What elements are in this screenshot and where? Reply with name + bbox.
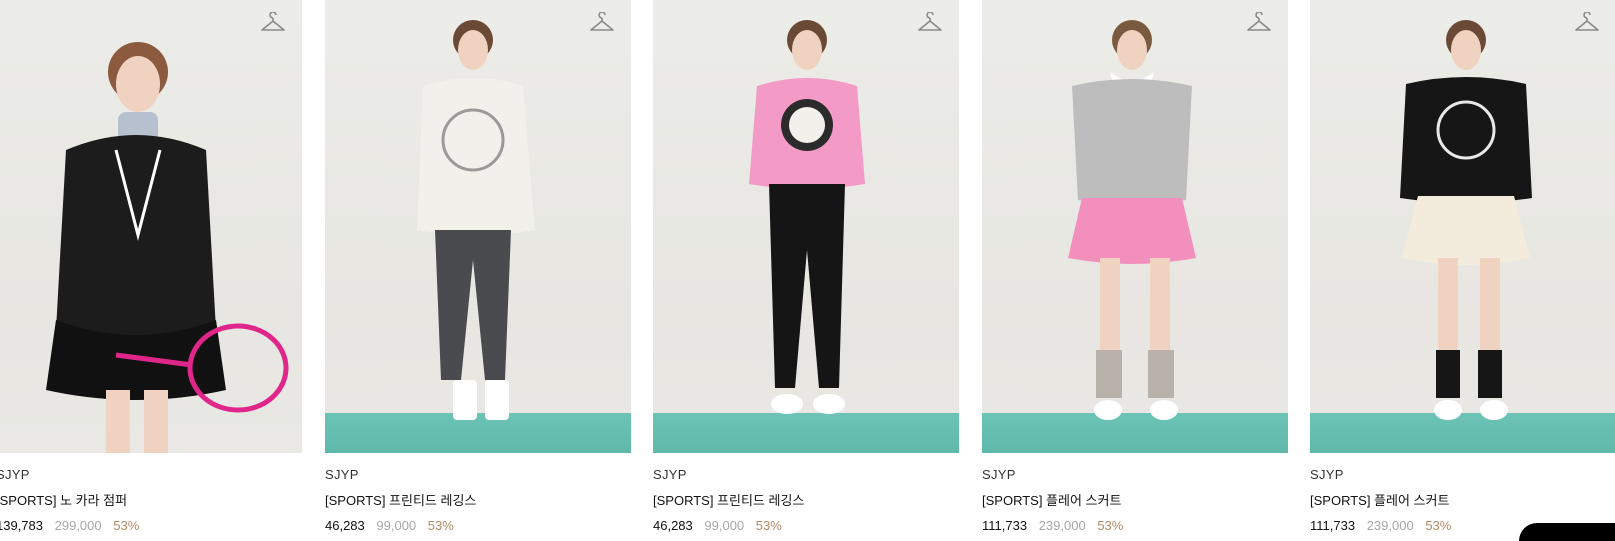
product-image[interactable]	[653, 0, 959, 453]
product-image[interactable]	[982, 0, 1288, 453]
discount-rate: 53%	[1097, 518, 1124, 533]
product-info: SJYP [SPORTS] 노 카라 점퍼 139,783 299,000 53…	[0, 467, 302, 533]
product-image[interactable]	[0, 0, 302, 453]
sale-price: 46,283	[653, 518, 693, 533]
product-prices: 46,283 99,000 53%	[653, 518, 959, 533]
product-brand: SJYP	[653, 467, 687, 482]
hanger-icon[interactable]	[1246, 12, 1272, 34]
discount-rate: 53%	[1425, 518, 1452, 533]
product-brand: SJYP	[0, 467, 30, 482]
top-garment	[1400, 77, 1532, 203]
product-info: SJYP [SPORTS] 프린티드 레깅스 46,283 99,000 53%	[653, 467, 959, 533]
discount-rate: 53%	[755, 518, 782, 533]
product-name[interactable]: [SPORTS] 플레어 스커트	[982, 490, 1288, 509]
product-image[interactable]	[325, 0, 631, 453]
product-prices: 139,783 299,000 53%	[0, 518, 302, 533]
product-info: SJYP [SPORTS] 플레어 스커트 111,733 239,000 53…	[982, 467, 1288, 533]
model-figure	[1400, 20, 1532, 420]
bottom-garment	[769, 184, 845, 388]
top-garment	[56, 135, 216, 345]
sale-price: 139,783	[0, 518, 43, 533]
floating-chat-button[interactable]	[1519, 523, 1615, 541]
product-prices: 111,733 239,000 53%	[982, 518, 1288, 533]
product-info: SJYP [SPORTS] 프린티드 레깅스 46,283 99,000 53%	[325, 467, 631, 533]
product-card[interactable]: SJYP [SPORTS] 프린티드 레깅스 46,283 99,000 53%	[325, 0, 631, 533]
discount-rate: 53%	[113, 518, 140, 533]
model-figure	[46, 42, 289, 453]
product-card[interactable]: SJYP [SPORTS] 프린티드 레깅스 46,283 99,000 53%	[653, 0, 959, 533]
product-card[interactable]: SJYP [SPORTS] 플레어 스커트 111,733 239,000 53…	[1310, 0, 1615, 533]
product-image[interactable]	[1310, 0, 1615, 453]
hanger-icon[interactable]	[1574, 12, 1600, 34]
original-price: 299,000	[54, 518, 102, 533]
product-brand: SJYP	[1310, 467, 1344, 482]
hanger-icon[interactable]	[589, 12, 615, 34]
product-name[interactable]: [SPORTS] 플레어 스커트	[1310, 490, 1615, 509]
product-brand: SJYP	[325, 467, 359, 482]
original-price: 99,000	[704, 518, 745, 533]
bottom-garment	[1068, 198, 1196, 264]
product-card[interactable]: SJYP [SPORTS] 플레어 스커트 111,733 239,000 53…	[982, 0, 1288, 533]
hanger-icon[interactable]	[917, 12, 943, 34]
bottom-garment	[1402, 196, 1530, 265]
product-card[interactable]: SJYP [SPORTS] 노 카라 점퍼 139,783 299,000 53…	[0, 0, 302, 533]
product-name[interactable]: [SPORTS] 노 카라 점퍼	[0, 490, 302, 509]
product-prices: 46,283 99,000 53%	[325, 518, 631, 533]
product-name[interactable]: [SPORTS] 프린티드 레깅스	[653, 490, 959, 509]
product-brand: SJYP	[982, 467, 1016, 482]
top-garment	[417, 78, 535, 235]
discount-rate: 53%	[427, 518, 454, 533]
model-figure	[1068, 20, 1196, 420]
original-price: 239,000	[1038, 518, 1086, 533]
bottom-garment	[435, 230, 511, 380]
hanger-icon[interactable]	[260, 12, 286, 34]
sale-price: 46,283	[325, 518, 365, 533]
top-garment	[1072, 79, 1192, 205]
original-price: 239,000	[1366, 518, 1414, 533]
model-figure	[417, 20, 535, 420]
sale-price: 111,733	[982, 518, 1028, 533]
original-price: 99,000	[376, 518, 417, 533]
product-name[interactable]: [SPORTS] 프린티드 레깅스	[325, 490, 631, 509]
model-figure	[749, 20, 865, 414]
sale-price: 111,733	[1310, 518, 1356, 533]
